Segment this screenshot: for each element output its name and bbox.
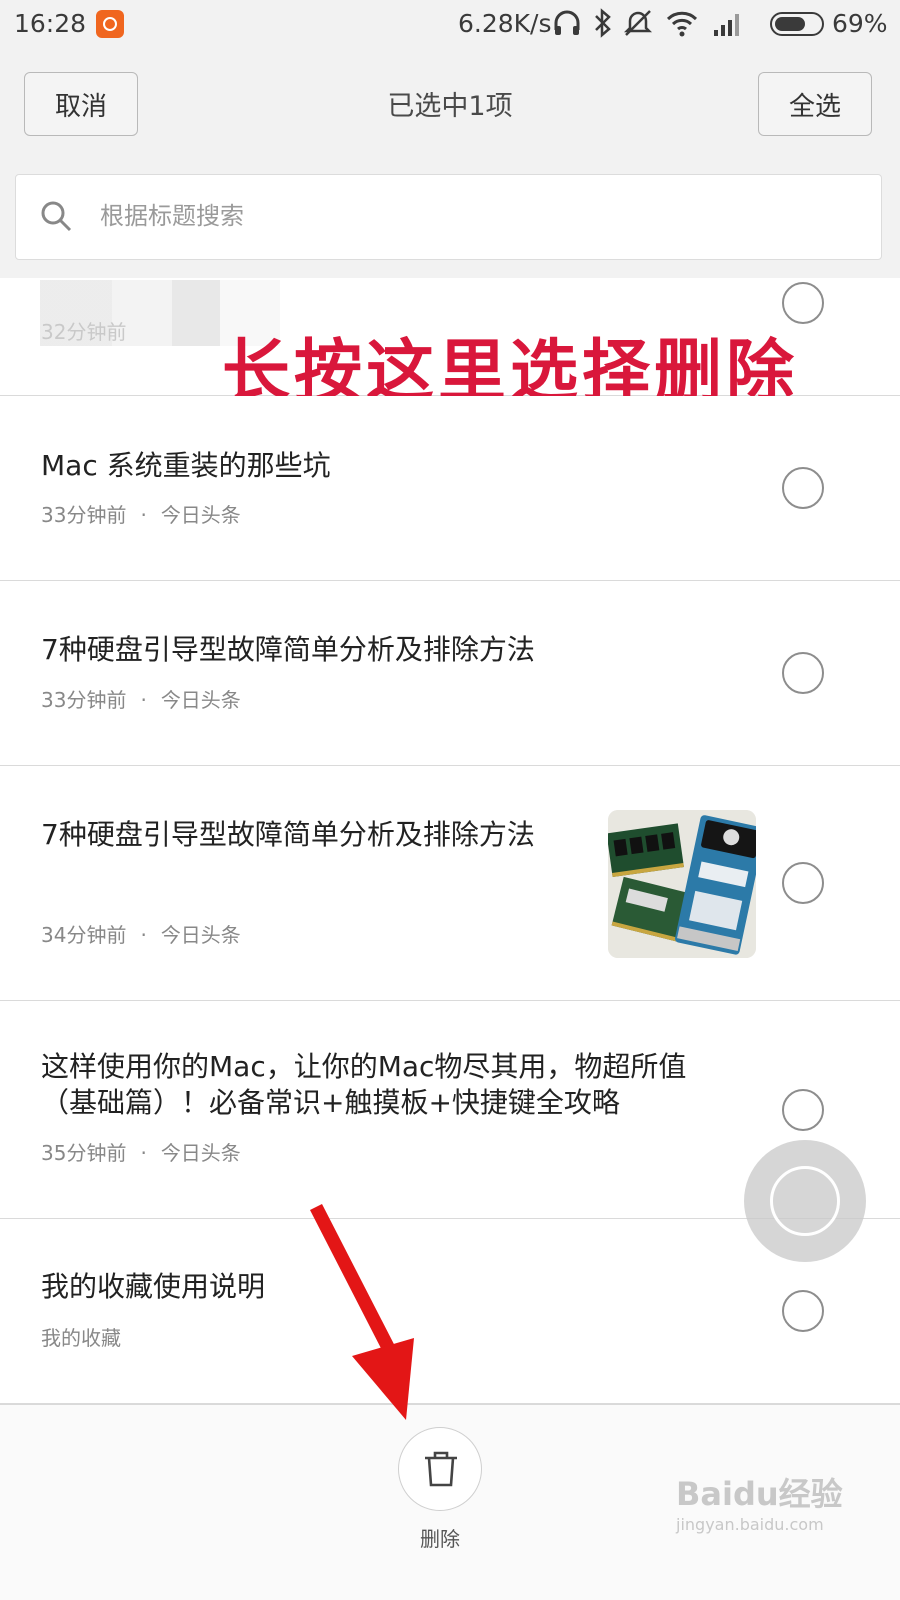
item-source: 今日头条 xyxy=(160,503,241,527)
item-meta: 33分钟前 · 今日头条 xyxy=(41,684,241,713)
item-source: 今日头条 xyxy=(160,688,241,712)
select-all-button[interactable]: 全选 xyxy=(758,72,872,136)
watermark-logo: Baidu经验 xyxy=(676,1475,843,1513)
baidu-watermark: Baidu经验 jingyan.baidu.com xyxy=(676,1469,876,1549)
search-input[interactable] xyxy=(100,196,800,236)
item-meta: 33分钟前 · 今日头条 xyxy=(41,499,241,528)
delete-button[interactable] xyxy=(398,1427,482,1511)
cancel-button[interactable]: 取消 xyxy=(24,72,138,136)
item-title: 这样使用你的Mac，让你的Mac物尽其用，物超所值（基础篇）！必备常识+触摸板+… xyxy=(41,1050,687,1119)
status-bar: 16:28 6.28K/s 69% xyxy=(0,0,900,52)
app-notification-icon xyxy=(96,10,124,38)
item-time: 33分钟前 xyxy=(41,503,127,527)
select-circle[interactable] xyxy=(782,652,824,694)
item-time: 35分钟前 xyxy=(41,1141,127,1165)
battery-icon xyxy=(770,12,824,36)
wifi-icon xyxy=(666,11,698,37)
delete-label: 删除 xyxy=(420,1527,460,1551)
meta-separator: · xyxy=(140,688,147,712)
item-time: 32分钟前 xyxy=(41,320,127,344)
network-speed: 6.28K/s xyxy=(458,9,552,38)
battery-percent: 69% xyxy=(832,9,888,38)
item-meta: 35分钟前 · 今日头条 xyxy=(41,1137,241,1166)
list-item[interactable]: Mac 系统重装的那些坑 33分钟前 · 今日头条 xyxy=(0,396,900,581)
item-time: 34分钟前 xyxy=(41,923,127,947)
select-circle[interactable] xyxy=(782,862,824,904)
floating-assist-button[interactable] xyxy=(744,1140,866,1262)
trash-icon xyxy=(425,1451,457,1487)
meta-separator: · xyxy=(140,1141,147,1165)
item-title: 我的收藏使用说明 xyxy=(41,1270,266,1303)
page-title: 已选中1项 xyxy=(387,91,513,122)
select-circle[interactable] xyxy=(782,467,824,509)
item-title: 7种硬盘引导型故障简单分析及排除方法 xyxy=(41,818,535,851)
item-title: Mac 系统重装的那些坑 xyxy=(41,449,331,482)
headphones-icon xyxy=(554,10,580,35)
item-source: 今日头条 xyxy=(160,1141,241,1165)
status-time: 16:28 xyxy=(14,9,87,38)
bluetooth-icon xyxy=(595,8,611,38)
item-title: 7种硬盘引导型故障简单分析及排除方法 xyxy=(41,633,535,666)
item-time: 33分钟前 xyxy=(41,688,127,712)
list-item[interactable]: 7种硬盘引导型故障简单分析及排除方法 34分钟前 · 今日头条 xyxy=(0,766,900,1001)
item-source: 我的收藏 xyxy=(41,1326,121,1350)
bottom-action-bar: 删除 Baidu经验 jingyan.baidu.com xyxy=(0,1404,900,1600)
battery-fill xyxy=(775,17,805,31)
select-circle[interactable] xyxy=(782,1290,824,1332)
top-area: 16:28 6.28K/s 69% 取消 已选中1项 全选 xyxy=(0,0,900,161)
select-circle[interactable] xyxy=(782,1089,824,1131)
meta-separator: · xyxy=(140,503,147,527)
item-thumbnail xyxy=(608,810,756,958)
item-source: 今日头条 xyxy=(160,923,241,947)
watermark-url: jingyan.baidu.com xyxy=(676,1515,824,1534)
meta-separator: · xyxy=(140,923,147,947)
search-icon xyxy=(41,201,72,232)
thumbnail-image xyxy=(608,810,756,958)
item-meta: 34分钟前 · 今日头条 xyxy=(41,919,241,948)
list-item[interactable]: 7种硬盘引导型故障简单分析及排除方法 33分钟前 · 今日头条 xyxy=(0,581,900,766)
mute-icon xyxy=(623,10,653,36)
signal-icon xyxy=(714,14,739,36)
